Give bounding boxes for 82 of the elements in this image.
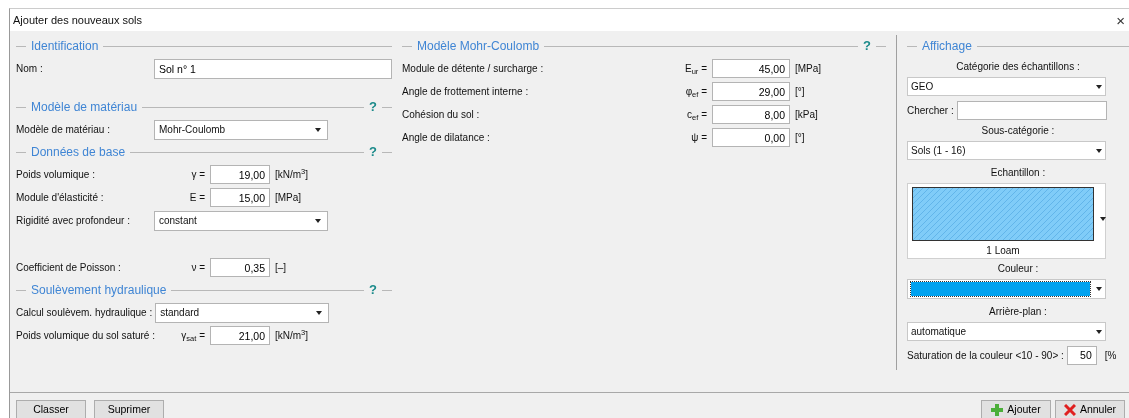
number-field[interactable]: 45,00 [712, 59, 790, 78]
unit-label: [–] [274, 261, 287, 275]
unit-label: [kPa] [794, 108, 818, 122]
close-button[interactable]: × [1114, 12, 1127, 28]
number-field[interactable]: 19,00 [210, 165, 270, 184]
dropdown[interactable]: Sols (1 - 16) [907, 141, 1106, 160]
footer-button[interactable]: Annuler [1055, 400, 1125, 418]
text-field[interactable]: Sol n° 1 [154, 58, 392, 79]
field-label: Couleur : [996, 262, 1040, 276]
field-label: Calcul soulèvem. hydraulique : [16, 306, 154, 320]
unit-label: [°] [794, 131, 805, 145]
caret-icon [1096, 329, 1102, 334]
caret-icon [1100, 217, 1106, 221]
symbol-label: ν = [190, 261, 206, 275]
section-title: Affichage [922, 38, 972, 55]
field-label: Angle de dilatance : [402, 131, 491, 145]
caret-icon [1096, 148, 1102, 153]
footer-button[interactable]: Classer [16, 400, 86, 418]
number-field[interactable]: 0,35 [210, 258, 270, 277]
field-label: Cohésion du sol : [402, 108, 481, 122]
symbol-label: γ = [190, 168, 206, 182]
section-title: Modèle de matériau [31, 99, 138, 116]
field-label: Rigidité avec profondeur : [16, 214, 131, 228]
field-label: Module d'élasticité : [16, 191, 105, 205]
help-icon[interactable]: ? [863, 36, 871, 56]
help-icon[interactable]: ? [369, 97, 377, 117]
number-field[interactable]: 21,00 [210, 326, 270, 345]
section-title: Identification [31, 38, 99, 55]
unit-label: [kN/m$^{3}$] [274, 328, 309, 343]
window-title: Ajouter des nouveaux sols [13, 12, 143, 28]
field-label: Angle de frottement interne : [402, 85, 530, 99]
caret-icon [315, 127, 321, 132]
field-label: Coefficient de Poisson : [16, 261, 122, 275]
dropdown[interactable]: GEO [907, 77, 1106, 96]
help-icon[interactable]: ? [369, 280, 377, 300]
caret-icon [1096, 287, 1102, 291]
symbol-label: ψ = [690, 131, 708, 145]
number-field[interactable]: 29,00 [712, 82, 790, 101]
section-title: Données de base [31, 144, 126, 161]
field-label: Nom : [16, 62, 44, 76]
field-label: Catégorie des échantillons : [955, 60, 1081, 74]
symbol-label: c$_{ef}$ = [686, 108, 708, 122]
footer-button[interactable]: Suprimer [94, 400, 164, 418]
field-label: Module de détente / surcharge : [402, 62, 545, 76]
symbol-label: E = [188, 191, 206, 205]
dropdown[interactable]: constant [154, 210, 328, 231]
unit-label: [kN/m$^{3}$] [274, 167, 309, 182]
number-field[interactable]: 8,00 [712, 105, 790, 124]
dropdown[interactable]: automatique [907, 322, 1106, 341]
caret-icon [315, 218, 321, 223]
symbol-label: γ$_{sat}$ = [180, 329, 206, 343]
color-dropdown[interactable] [907, 279, 1106, 299]
field-label: Arrière-plan : [988, 305, 1048, 319]
field-label: Sous-catégorie : [980, 124, 1056, 138]
sample-selector[interactable]: 1 Loam [907, 183, 1106, 259]
field-label: Poids volumique du sol saturé : [16, 329, 156, 343]
symbol-label: φ$_{ef}$ = [684, 85, 708, 99]
sample-name: 1 Loam [986, 244, 1020, 258]
unit-label: [MPa] [794, 62, 822, 76]
dropdown[interactable]: standard [155, 302, 330, 323]
symbol-label: E$_{ur}$ = [684, 62, 708, 76]
field-label: Saturation de la couleur <10 - 90> : [907, 348, 1064, 363]
plus-icon [991, 403, 1004, 416]
section-title: Soulèvement hydraulique [31, 282, 167, 299]
field-label: Modèle de matériau : [16, 123, 111, 137]
field-label: Chercher : [907, 103, 954, 118]
caret-icon [1096, 84, 1102, 89]
dropdown[interactable]: Mohr-Coulomb [154, 119, 328, 140]
caret-icon [316, 310, 323, 315]
search-field[interactable] [956, 100, 1107, 120]
section-title: Modèle Mohr-Coulomb [417, 38, 540, 55]
field-label: Poids volumique : [16, 168, 96, 182]
number-field[interactable]: 50 [1066, 345, 1097, 365]
help-icon[interactable]: ? [369, 142, 377, 162]
footer-button[interactable]: Ajouter [981, 400, 1051, 418]
number-field[interactable]: 15,00 [210, 188, 270, 207]
close-icon [1063, 403, 1076, 416]
unit-label: [°] [794, 85, 805, 99]
unit-label: [MPa] [274, 191, 302, 205]
unit-label: [% [1103, 348, 1117, 363]
number-field[interactable]: 0,00 [712, 128, 790, 147]
field-label: Echantillon : [989, 166, 1047, 180]
